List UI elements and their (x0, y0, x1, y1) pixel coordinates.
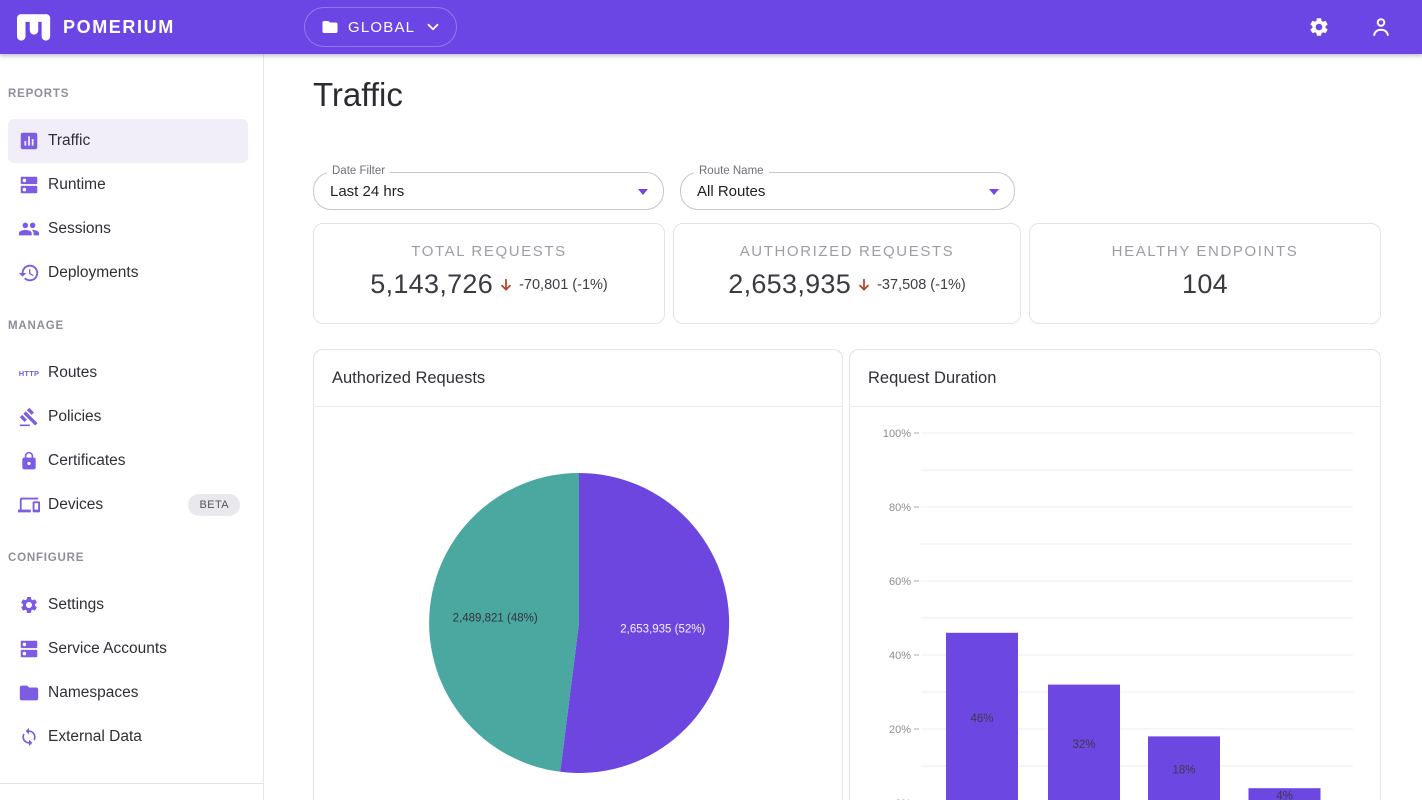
sidebar-item-label: Policies (48, 408, 102, 425)
devices-icon (17, 493, 41, 517)
stat-delta: -37,508 (-1%) (877, 276, 966, 293)
trend-down-icon (856, 277, 872, 293)
svg-text:60%: 60% (889, 576, 911, 588)
sidebar-item-routes[interactable]: HTTP Routes (8, 351, 248, 395)
sidebar-item-certificates[interactable]: Certificates (8, 439, 248, 483)
sidebar-item-external-data[interactable]: External Data (8, 715, 248, 759)
person-icon (1373, 18, 1389, 36)
authorized-requests-chart-card: Authorized Requests 2,653,935 (52%) 2,489… (313, 349, 843, 800)
request-duration-chart-card: Request Duration 100%80%60%40%20%0%46%32… (849, 349, 1381, 800)
gavel-icon (17, 405, 41, 429)
beta-badge: BETA (188, 494, 240, 516)
date-filter-label: Date Filter (327, 165, 391, 177)
svg-text:20%: 20% (889, 724, 911, 736)
folder-icon (322, 21, 338, 33)
sidebar-item-label: Devices (48, 496, 104, 513)
section-manage: MANAGE (8, 320, 64, 332)
sidebar-item-label: Routes (48, 364, 98, 381)
sidebar-item-label: Certificates (48, 452, 126, 469)
section-reports: REPORTS (8, 88, 70, 100)
sidebar-item-label: Deployments (48, 264, 139, 281)
stat-value: 2,653,935 (728, 269, 852, 299)
sidebar-item-label: Namespaces (48, 684, 139, 701)
folder-icon (17, 681, 41, 705)
history-icon (17, 261, 41, 285)
sidebar-item-label: Settings (48, 596, 105, 613)
people-icon (17, 217, 41, 241)
stat-label: HEALTHY ENDPOINTS (1111, 243, 1299, 260)
namespace-selector[interactable]: GLOBAL (304, 7, 458, 47)
svg-text:2,489,821 (48%): 2,489,821 (48%) (453, 613, 538, 625)
svg-text:40%: 40% (889, 650, 911, 662)
pomerium-logo-icon (17, 14, 51, 41)
request-duration-bar-chart: 100%80%60%40%20%0%46%32%18%4% (883, 428, 1353, 800)
svg-text:100%: 100% (883, 428, 911, 440)
sync-icon (17, 725, 41, 749)
bar-chart-icon (17, 129, 41, 153)
date-filter-value: Last 24 hrs (330, 182, 405, 200)
sidebar-item-label: Traffic (48, 132, 91, 149)
svg-text:4%: 4% (1276, 791, 1293, 800)
sidebar-item-label: External Data (48, 728, 142, 745)
sidebar-item-traffic[interactable]: Traffic (8, 119, 248, 163)
server-icon (17, 173, 41, 197)
svg-text:46%: 46% (970, 713, 993, 725)
route-name-value: All Routes (697, 182, 766, 200)
lock-icon (17, 449, 41, 473)
stat-value: 104 (1182, 269, 1228, 299)
topbar: POMERIUM GLOBAL (0, 0, 1422, 54)
gear-icon (17, 593, 41, 617)
sidebar-item-label: Service Accounts (48, 640, 167, 657)
page-title: Traffic (313, 76, 403, 113)
sidebar-item-settings[interactable]: Settings (8, 583, 248, 627)
brand-name: POMERIUM (63, 16, 175, 37)
http-icon: HTTP (18, 368, 40, 378)
sidebar-item-runtime[interactable]: Runtime (8, 163, 248, 207)
sidebar-item-label: Runtime (48, 176, 106, 193)
stat-label: AUTHORIZED REQUESTS (739, 243, 955, 260)
authorized-requests-pie-chart: 2,653,935 (52%) 2,489,821 (48%) (429, 472, 730, 773)
authorized-requests-card: AUTHORIZED REQUESTS 2,653,935 -37,508 (-… (673, 223, 1021, 324)
namespace-label: GLOBAL (348, 18, 416, 36)
section-configure: CONFIGURE (8, 552, 85, 564)
sidebar: REPORTS Traffic Runtime Sessions Deploym… (0, 54, 264, 800)
stat-delta: -70,801 (-1%) (519, 276, 608, 293)
dropdown-arrow-icon (638, 189, 648, 195)
route-name-label: Route Name (694, 165, 769, 177)
route-name-select[interactable]: Route Name All Routes (680, 165, 1015, 210)
sidebar-item-devices[interactable]: Devices BETA (8, 483, 248, 527)
sidebar-item-deployments[interactable]: Deployments (8, 251, 248, 295)
svg-text:80%: 80% (889, 502, 911, 514)
dropdown-arrow-icon (989, 189, 999, 195)
date-filter-select[interactable]: Date Filter Last 24 hrs (313, 165, 664, 210)
svg-text:2,653,935 (52%): 2,653,935 (52%) (620, 623, 705, 635)
pomerium-logo: POMERIUM (14, 10, 175, 44)
pomerium-console: POMERIUM GLOBAL REPORTS Traffic Runtime … (0, 0, 1422, 800)
account-button[interactable] (1365, 11, 1397, 43)
total-requests-card: TOTAL REQUESTS 5,143,726 -70,801 (-1%) (313, 223, 665, 324)
trend-down-icon (498, 277, 514, 293)
settings-button[interactable] (1303, 11, 1335, 43)
sidebar-item-service-accounts[interactable]: Service Accounts (8, 627, 248, 671)
sidebar-item-namespaces[interactable]: Namespaces (8, 671, 248, 715)
svg-text:18%: 18% (1172, 765, 1195, 777)
svg-text:32%: 32% (1072, 739, 1095, 751)
server-icon (17, 637, 41, 661)
stat-value: 5,143,726 (370, 269, 494, 299)
sidebar-item-sessions[interactable]: Sessions (8, 207, 248, 251)
chevron-down-icon (427, 23, 439, 31)
healthy-endpoints-card: HEALTHY ENDPOINTS 104 (1029, 223, 1381, 324)
sidebar-item-policies[interactable]: Policies (8, 395, 248, 439)
stat-label: TOTAL REQUESTS (411, 243, 567, 260)
sidebar-item-label: Sessions (48, 220, 111, 237)
gear-icon (1310, 18, 1328, 36)
sidebar-divider (0, 783, 264, 784)
